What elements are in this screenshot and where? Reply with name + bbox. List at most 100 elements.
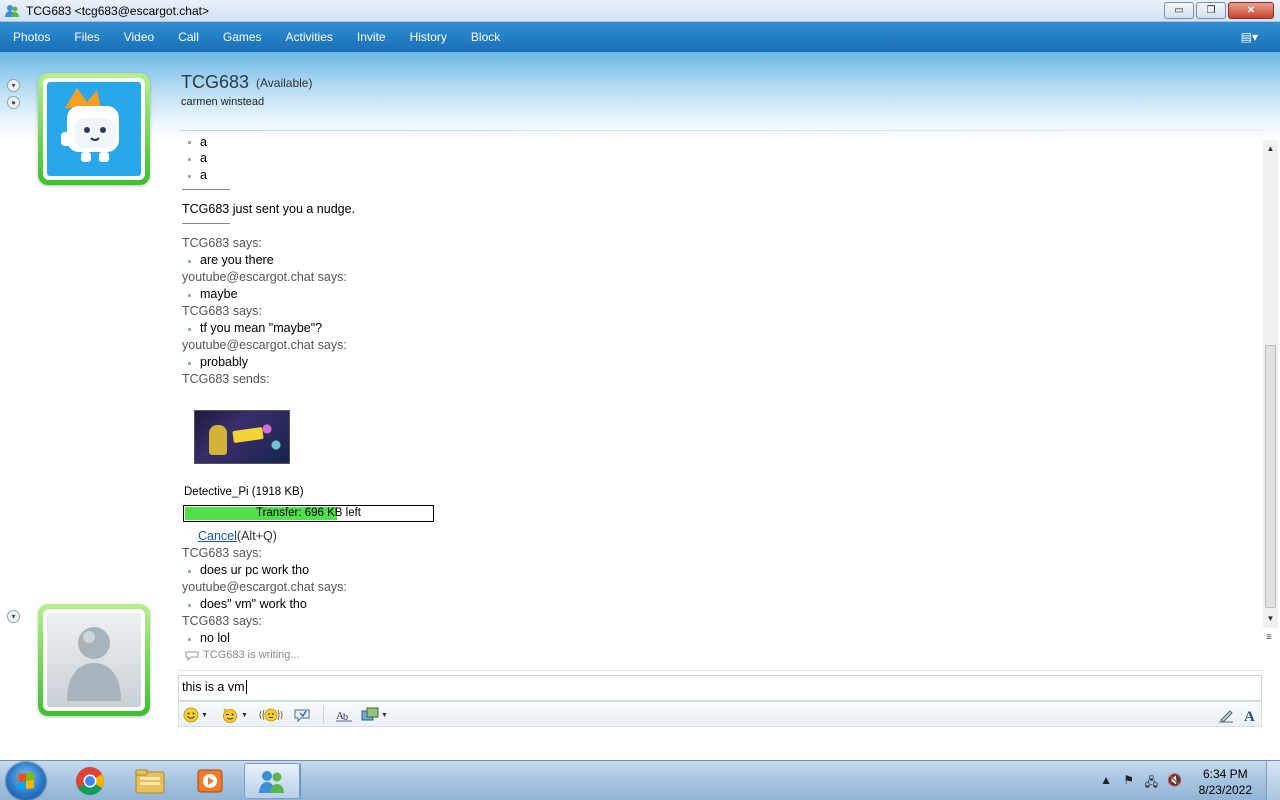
background-button[interactable]: ▼ [361, 706, 388, 724]
folder-icon [135, 769, 165, 794]
windows-logo-icon [18, 772, 34, 790]
bullet [188, 158, 191, 161]
messenger-icon [259, 771, 284, 793]
bullet [188, 294, 191, 297]
collapse-contact-picture-icon[interactable]: ▾ [7, 79, 20, 92]
cancel-shortcut: (Alt+Q) [236, 529, 277, 543]
show-hidden-icons-icon[interactable]: ▲ [1100, 773, 1112, 787]
emoticon-button[interactable]: ▼ [183, 706, 208, 724]
menu-call[interactable]: Call [165, 30, 210, 44]
menu-files[interactable]: Files [61, 30, 110, 44]
menu-invite[interactable]: Invite [344, 30, 397, 44]
network-icon[interactable]: 🖧 [1145, 773, 1158, 794]
title-bar: TCG683 <tcg683@escargot.chat> ▭ ❐ ✕ [0, 0, 1280, 22]
contact-status: (Available) [256, 76, 313, 90]
menu-photos[interactable]: Photos [0, 30, 61, 44]
transfer-progress-bar: Transfer: 696 KB left [183, 505, 434, 522]
bullet [188, 604, 191, 607]
show-desktop-button[interactable] [1266, 761, 1280, 800]
toolbar-separator [323, 706, 324, 724]
menu-block[interactable]: Block [458, 30, 511, 44]
message-text: are you there [200, 253, 274, 267]
menu-activities[interactable]: Activities [273, 30, 344, 44]
font-button[interactable]: Ab [335, 706, 353, 724]
text-caret [245, 680, 247, 694]
clock-time: 6:34 PM [1202, 767, 1248, 781]
collapse-display-picture-icon[interactable]: ▾ [7, 610, 20, 623]
message-input[interactable]: this is a vm [178, 675, 1262, 701]
message-text: a [200, 151, 207, 165]
clock-date: 8/23/2022 [1198, 783, 1252, 797]
chevron-down-icon: ▼ [201, 711, 208, 719]
nudge-notice: TCG683 just sent you a nudge. [182, 202, 356, 216]
taskbar-media-player[interactable] [182, 763, 238, 799]
default-user-icon [67, 627, 121, 701]
taskbar-divider [300, 763, 304, 799]
wink-button[interactable]: ▼ [221, 706, 248, 724]
menu-video[interactable]: Video [111, 30, 165, 44]
minimize-icon: ▭ [1174, 5, 1184, 16]
minimize-button[interactable]: ▭ [1164, 2, 1194, 19]
volume-muted-icon[interactable]: 🔇 [1167, 773, 1182, 787]
smiley-icon [183, 707, 199, 723]
self-picture [47, 613, 141, 707]
scroll-thumb[interactable] [1265, 345, 1276, 608]
divider [182, 189, 230, 190]
message-text: a [200, 135, 207, 149]
sender-label: TCG683 says: [182, 304, 262, 318]
file-thumbnail[interactable] [194, 410, 290, 464]
handwriting-button[interactable] [1215, 705, 1237, 725]
contact-personal-message: carmen winstead [181, 96, 265, 108]
cartoon-character-icon [61, 88, 119, 162]
taskbar-messenger[interactable] [244, 763, 300, 799]
show-menu-icon[interactable]: ▤▾ [1241, 30, 1258, 44]
bullet [188, 638, 191, 641]
message-text: maybe [200, 287, 238, 301]
window-title: TCG683 <tcg683@escargot.chat> [26, 4, 209, 18]
contact-avatar[interactable] [38, 73, 150, 185]
sender-label: youtube@escargot.chat says: [182, 270, 347, 284]
action-center-flag-icon[interactable]: ⚑ [1123, 773, 1134, 787]
maximize-icon: ❐ [1206, 5, 1216, 16]
messenger-app-icon [5, 5, 19, 17]
start-button[interactable] [6, 762, 46, 800]
taskbar: ▲ ⚑ 🖧 🔇 6:34 PM 8/23/2022 [0, 760, 1280, 800]
pen-icon [1219, 710, 1233, 723]
message-text: no lol [200, 631, 230, 645]
divider [182, 223, 230, 224]
file-send-label: TCG683 sends: [182, 372, 270, 386]
menu-games[interactable]: Games [210, 30, 273, 44]
message-input-text: this is a vm [182, 680, 245, 694]
bullet [188, 328, 191, 331]
resize-grip-icon[interactable]: ≡ [1266, 632, 1272, 643]
message-text: a [200, 168, 207, 182]
taskbar-chrome[interactable] [62, 763, 118, 799]
voice-clip-button[interactable] [293, 706, 311, 724]
menu-bar: Photos Files Video Call Games Activities… [0, 22, 1280, 52]
menu-history[interactable]: History [397, 30, 458, 44]
bullet [188, 362, 191, 365]
message-text: does ur pc work tho [200, 563, 310, 577]
wink-icon [223, 708, 237, 723]
font-style-icon: Ab [336, 710, 352, 723]
cancel-link[interactable]: Cancel [198, 529, 237, 543]
sender-label: TCG683 says: [182, 236, 262, 250]
conversation-scrollbar[interactable]: ▲ ▼ [1263, 140, 1278, 628]
scroll-down-arrow-icon[interactable]: ▼ [1263, 612, 1278, 626]
contact-picture [47, 82, 141, 176]
scroll-up-arrow-icon[interactable]: ▲ [1263, 142, 1278, 156]
poster-lights [255, 417, 285, 457]
contact-options-icon[interactable]: ● [7, 96, 20, 109]
sender-label: TCG683 says: [182, 546, 262, 560]
background-icon [361, 707, 379, 721]
progress-text: Transfer: 696 KB left [255, 507, 362, 519]
nudge-button[interactable] [259, 706, 283, 724]
maximize-button[interactable]: ❐ [1196, 2, 1226, 19]
taskbar-file-explorer[interactable] [122, 763, 178, 799]
text-mode-button[interactable]: A [1239, 705, 1261, 725]
self-avatar[interactable] [38, 604, 150, 716]
conversation-history[interactable]: a a a TCG683 just sent you a nudge. TCG6… [180, 135, 1260, 667]
typing-text: TCG683 is writing... [203, 649, 300, 661]
close-button[interactable]: ✕ [1228, 2, 1274, 19]
clock[interactable]: 6:34 PM 8/23/2022 [1199, 766, 1252, 798]
